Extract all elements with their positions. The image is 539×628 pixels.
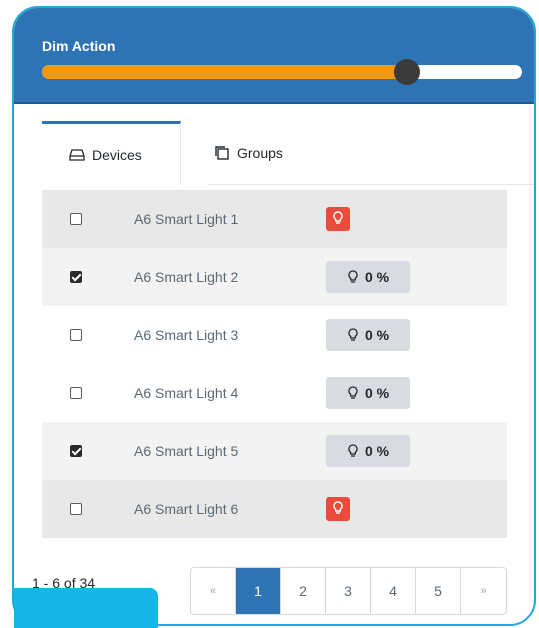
bulb-icon — [347, 386, 359, 400]
table-row[interactable]: A6 Smart Light 6 — [42, 480, 507, 538]
bulb-icon — [347, 444, 359, 458]
row-checkbox[interactable] — [70, 503, 82, 515]
device-name: A6 Smart Light 3 — [134, 327, 239, 343]
page-button-3[interactable]: 3 — [326, 568, 371, 614]
devices-table: A6 Smart Light 1 A6 Smart Light 2 0 % A6… — [42, 190, 507, 538]
page-next-button[interactable]: » — [461, 568, 506, 614]
status-badge: 0 % — [326, 377, 410, 409]
panel-header: Dim Action — [14, 8, 534, 104]
dim-slider-track[interactable] — [42, 65, 522, 79]
bulb-icon — [347, 270, 359, 284]
device-name: A6 Smart Light 2 — [134, 269, 239, 285]
tab-groups-label: Groups — [237, 145, 283, 161]
bulb-icon — [332, 210, 344, 228]
bulb-icon — [347, 328, 359, 342]
row-checkbox[interactable] — [70, 213, 82, 225]
row-checkbox[interactable] — [70, 329, 82, 341]
hdd-icon — [69, 148, 85, 162]
status-badge: 0 % — [326, 319, 410, 351]
table-row[interactable]: A6 Smart Light 1 — [42, 190, 507, 248]
table-row[interactable]: A6 Smart Light 2 0 % — [42, 248, 507, 306]
level-value: 0 % — [364, 327, 390, 343]
page-button-1[interactable]: 1 — [236, 568, 281, 614]
status-badge: 0 % — [326, 261, 410, 293]
tab-devices-label: Devices — [92, 146, 142, 163]
panel-title: Dim Action — [42, 38, 116, 54]
pagination: « 1 2 3 4 5 » — [190, 567, 507, 615]
page-button-4[interactable]: 4 — [371, 568, 416, 614]
dim-slider-handle[interactable] — [393, 59, 420, 85]
row-checkbox[interactable] — [70, 445, 82, 457]
status-badge — [326, 207, 350, 231]
decorative-cyan-block — [14, 588, 158, 628]
level-value: 0 % — [364, 443, 390, 459]
page-button-5[interactable]: 5 — [416, 568, 461, 614]
copy-icon — [214, 145, 230, 161]
table-row[interactable]: A6 Smart Light 3 0 % — [42, 306, 507, 364]
status-badge: 0 % — [326, 435, 410, 467]
page-prev-button[interactable]: « — [191, 568, 236, 614]
device-name: A6 Smart Light 1 — [134, 211, 239, 227]
status-badge — [326, 497, 350, 521]
device-name: A6 Smart Light 6 — [134, 501, 239, 517]
row-checkbox[interactable] — [70, 387, 82, 399]
tab-devices[interactable]: Devices — [42, 121, 181, 185]
level-value: 0 % — [364, 269, 390, 285]
page-button-2[interactable]: 2 — [281, 568, 326, 614]
tab-bar: Devices Groups — [42, 121, 534, 185]
row-checkbox[interactable] — [70, 271, 82, 283]
level-value: 0 % — [364, 385, 390, 401]
tab-groups[interactable]: Groups — [214, 121, 344, 185]
table-row[interactable]: A6 Smart Light 4 0 % — [42, 364, 507, 422]
device-name: A6 Smart Light 4 — [134, 385, 239, 401]
bulb-icon — [332, 500, 344, 518]
device-name: A6 Smart Light 5 — [134, 443, 239, 459]
dim-slider-fill — [42, 65, 407, 79]
table-row[interactable]: A6 Smart Light 5 0 % — [42, 422, 507, 480]
